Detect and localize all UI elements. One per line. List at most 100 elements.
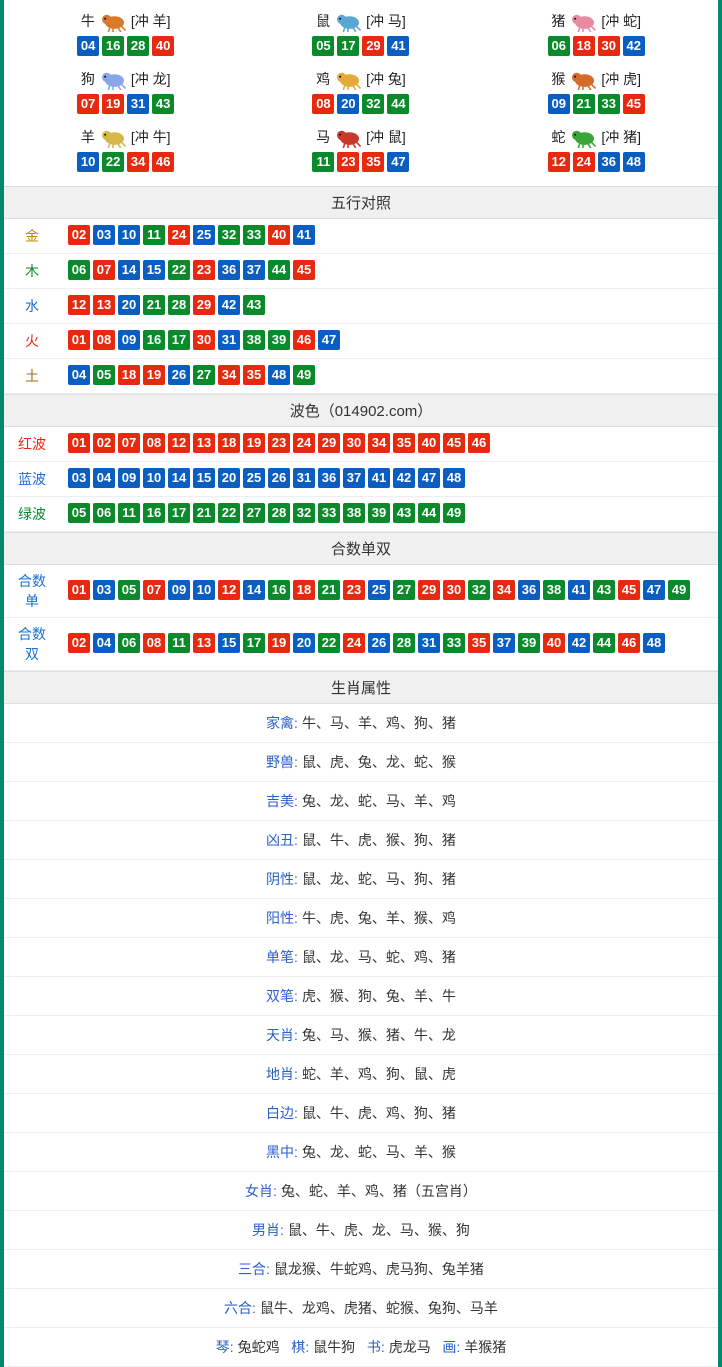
number-ball: 18 [218, 433, 240, 453]
row-label: 绿波 [4, 497, 60, 532]
number-ball: 44 [593, 633, 615, 653]
attr-value: 兔、龙、蛇、马、羊、猴 [302, 1144, 456, 1160]
number-ball: 46 [618, 633, 640, 653]
number-ball: 17 [243, 633, 265, 653]
number-ball: 12 [548, 152, 570, 172]
number-ball: 03 [68, 468, 90, 488]
number-ball: 17 [168, 503, 190, 523]
number-ball: 21 [143, 295, 165, 315]
number-ball: 42 [568, 633, 590, 653]
number-ball: 08 [143, 433, 165, 453]
number-ball: 20 [337, 94, 359, 114]
number-ball: 12 [68, 295, 90, 315]
table-row: 绿波 05061116172122272832333839434449 [4, 497, 718, 532]
page-wrapper: 牛 [冲 羊] 04162840 鼠 [冲 马] 05172941 猪 [冲 蛇… [0, 0, 722, 1367]
zodiac-name: 牛 [81, 11, 95, 31]
number-ball: 04 [93, 633, 115, 653]
number-ball: 41 [387, 36, 409, 56]
zodiac-conflict: [冲 虎] [601, 69, 641, 89]
number-ball: 11 [312, 152, 334, 172]
number-ball: 35 [468, 633, 490, 653]
zodiac-cell: 鸡 [冲 兔] 08203244 [243, 64, 478, 122]
number-ball: 46 [468, 433, 490, 453]
number-ball: 03 [93, 225, 115, 245]
number-ball: 49 [293, 365, 315, 385]
rat-icon [332, 10, 364, 32]
zodiac-name: 蛇 [551, 127, 565, 147]
dog-icon [97, 68, 129, 90]
number-ball: 32 [362, 94, 384, 114]
number-ball: 10 [143, 468, 165, 488]
zodiac-balls: 06183042 [479, 36, 714, 56]
attr-label: 天肖: [266, 1027, 298, 1043]
number-ball: 47 [387, 152, 409, 172]
zodiac-cell: 猴 [冲 虎] 09213345 [479, 64, 714, 122]
section-header-heshu: 合数单双 [4, 532, 718, 565]
number-ball: 24 [293, 433, 315, 453]
number-ball: 34 [218, 365, 240, 385]
number-ball: 33 [598, 94, 620, 114]
attr-row: 天肖:兔、马、猴、猪、牛、龙 [4, 1016, 718, 1055]
table-row: 合数双 020406081113151719202224262831333537… [4, 618, 718, 671]
number-ball: 21 [318, 580, 340, 600]
number-ball: 27 [243, 503, 265, 523]
number-ball: 16 [143, 330, 165, 350]
number-ball: 07 [118, 433, 140, 453]
rooster-icon [332, 68, 364, 90]
pig-icon [567, 10, 599, 32]
number-ball: 04 [93, 468, 115, 488]
table-row: 土 04051819262734354849 [4, 359, 718, 394]
number-ball: 44 [418, 503, 440, 523]
number-ball: 48 [623, 152, 645, 172]
number-ball: 28 [268, 503, 290, 523]
number-ball: 19 [102, 94, 124, 114]
attr-label: 琴: [216, 1339, 234, 1355]
number-ball: 06 [68, 260, 90, 280]
number-ball: 17 [337, 36, 359, 56]
number-ball: 42 [218, 295, 240, 315]
number-ball: 29 [418, 580, 440, 600]
attr-label: 凶丑: [266, 832, 298, 848]
bose-table: 红波 0102070812131819232429303435404546 蓝波… [4, 427, 718, 532]
number-ball: 21 [193, 503, 215, 523]
number-ball: 22 [218, 503, 240, 523]
row-label: 木 [4, 254, 60, 289]
number-ball: 45 [443, 433, 465, 453]
number-ball: 33 [443, 633, 465, 653]
number-ball: 15 [143, 260, 165, 280]
number-ball: 40 [268, 225, 290, 245]
number-ball: 09 [168, 580, 190, 600]
number-ball: 10 [193, 580, 215, 600]
number-ball: 18 [573, 36, 595, 56]
number-ball: 45 [618, 580, 640, 600]
zodiac-cell: 狗 [冲 龙] 07193143 [8, 64, 243, 122]
zodiac-balls: 12243648 [479, 152, 714, 172]
attr-label: 阴性: [266, 871, 298, 887]
zodiac-conflict: [冲 鼠] [366, 127, 406, 147]
number-ball: 47 [643, 580, 665, 600]
number-ball: 29 [318, 433, 340, 453]
number-ball: 48 [268, 365, 290, 385]
number-ball: 48 [443, 468, 465, 488]
number-ball: 38 [543, 580, 565, 600]
number-ball: 40 [543, 633, 565, 653]
number-ball: 27 [393, 580, 415, 600]
zodiac-balls: 04162840 [8, 36, 243, 56]
attr-row: 野兽:鼠、虎、兔、龙、蛇、猴 [4, 743, 718, 782]
number-ball: 30 [343, 433, 365, 453]
number-ball: 13 [93, 295, 115, 315]
number-ball: 15 [193, 468, 215, 488]
number-ball: 28 [168, 295, 190, 315]
number-ball: 35 [362, 152, 384, 172]
number-ball: 25 [243, 468, 265, 488]
number-ball: 46 [293, 330, 315, 350]
row-balls: 03040910141520252631363741424748 [60, 462, 718, 497]
number-ball: 31 [418, 633, 440, 653]
table-row: 红波 0102070812131819232429303435404546 [4, 427, 718, 462]
number-ball: 08 [93, 330, 115, 350]
number-ball: 16 [268, 580, 290, 600]
attr-label: 六合: [224, 1300, 256, 1316]
number-ball: 47 [318, 330, 340, 350]
zodiac-name: 马 [316, 127, 330, 147]
number-ball: 09 [118, 468, 140, 488]
